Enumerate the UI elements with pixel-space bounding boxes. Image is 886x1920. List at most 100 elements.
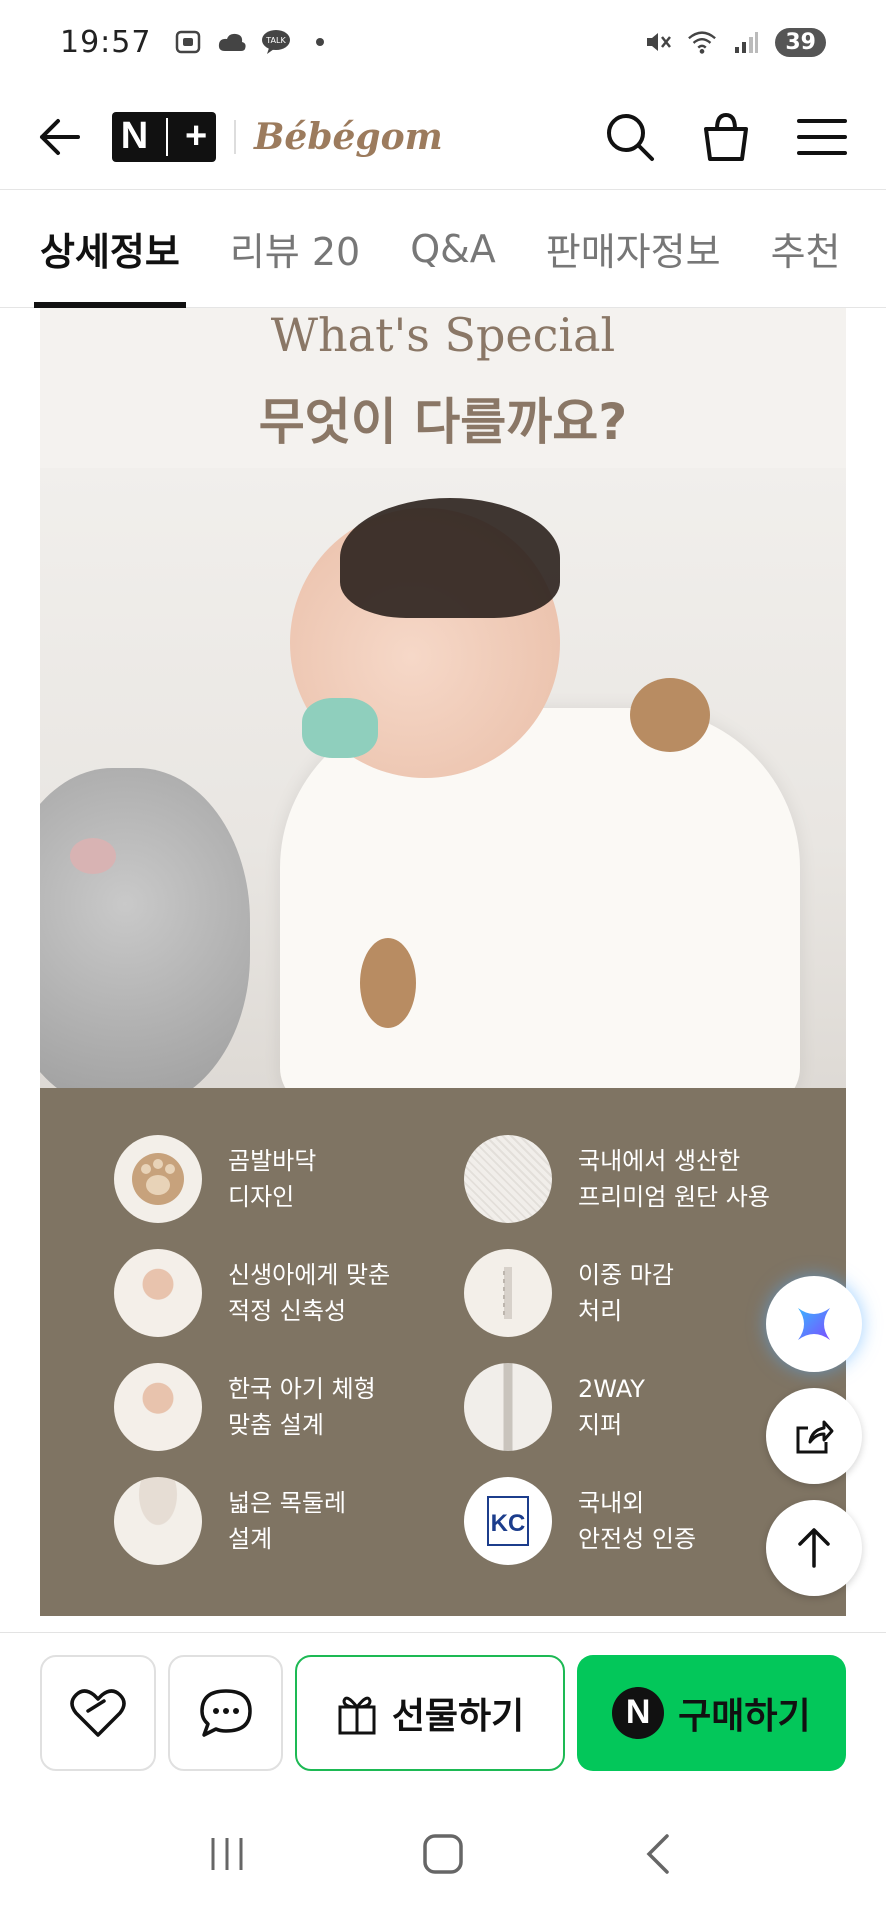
signal-icon [731, 29, 761, 55]
feature-line2: 처리 [578, 1297, 623, 1325]
gift-button[interactable]: 선물하기 [295, 1654, 565, 1771]
logo-letter-n: N [120, 115, 149, 157]
feature-item: 곰발바닥 디자인 [114, 1134, 464, 1224]
features-panel: 곰발바닥 디자인 국내에서 생산한프리미엄 원단 사용 신생아에게 맞춘적정 신축… [40, 1088, 846, 1616]
ai-assistant-button[interactable] [766, 1276, 862, 1372]
feature-line2: 적정 신축성 [228, 1297, 347, 1325]
sleepsack [280, 708, 800, 1108]
logo-plus: + [185, 115, 208, 157]
feature-line1: 한국 아기 체형 [228, 1375, 376, 1403]
cloud-icon [217, 29, 247, 55]
dot-icon [305, 29, 335, 55]
wifi-icon [687, 29, 717, 55]
notification-icons: TALK [173, 29, 335, 55]
feature-line2: 프리미엄 원단 사용 [578, 1183, 770, 1211]
chat-button[interactable] [167, 1654, 284, 1771]
feature-item: 국내에서 생산한프리미엄 원단 사용 [464, 1134, 814, 1224]
battery-indicator: 39 [775, 27, 826, 57]
chevron-left-icon [646, 1834, 669, 1874]
menu-button[interactable] [794, 109, 850, 165]
pacifier [302, 698, 378, 758]
home-button[interactable] [421, 1832, 465, 1880]
baby-sleepsack-photo [40, 468, 846, 1108]
paw-patch-icon [630, 678, 710, 752]
system-navigation-bar [0, 1792, 886, 1920]
feature-item: KC 국내외안전성 인증 [464, 1476, 814, 1566]
home-icon [423, 1834, 463, 1874]
feature-line1: 이중 마감 [578, 1261, 674, 1289]
feature-line1: 국내에서 생산한 [578, 1147, 741, 1175]
feature-line1: 넓은 목둘레 [228, 1489, 347, 1517]
feature-line1: 신생아에게 맞춘 [228, 1261, 391, 1289]
back-button[interactable] [36, 113, 84, 161]
baby-body-icon [114, 1363, 202, 1451]
naver-pay-badge: N [612, 1686, 665, 1739]
feature-line2: 지퍼 [578, 1411, 623, 1439]
arrow-up-icon [798, 1528, 830, 1568]
screenshot-icon [173, 29, 203, 55]
feature-line1: 2WAY [578, 1375, 645, 1403]
share-icon [796, 1420, 834, 1454]
tab-recommend[interactable]: 추천 [771, 190, 841, 308]
feature-item: 이중 마감처리 [464, 1248, 814, 1338]
mute-icon [643, 29, 673, 55]
logo-divider [165, 117, 168, 156]
tab-detail[interactable]: 상세정보 [34, 190, 186, 308]
recent-apps-icon [211, 1838, 243, 1870]
bottom-action-bar: 선물하기 N 구매하기 [0, 1632, 886, 1792]
talk-icon: TALK [261, 29, 291, 55]
feature-item: 한국 아기 체형맞춤 설계 [114, 1362, 464, 1452]
search-icon [607, 113, 654, 161]
baby-photo-icon [114, 1249, 202, 1337]
feature-line2: 설계 [228, 1525, 273, 1553]
chat-bubble-icon [199, 1688, 252, 1737]
scroll-top-button[interactable] [766, 1500, 862, 1596]
tab-reviews[interactable]: 리뷰 20 [230, 190, 360, 308]
naver-plus-logo[interactable]: N + [112, 111, 216, 162]
feature-item: 2WAY 지퍼 [464, 1362, 814, 1452]
share-button[interactable] [766, 1388, 862, 1484]
logo-separator [234, 119, 236, 154]
buy-label: 구매하기 [678, 1695, 811, 1737]
gift-icon [338, 1696, 376, 1734]
gift-label: 선물하기 [391, 1695, 525, 1737]
paw-patch-icon [360, 938, 416, 1028]
buy-button[interactable]: N 구매하기 [576, 1654, 846, 1771]
whats-special-subtitle: 무엇이 다를까요? [258, 393, 628, 451]
plush-bunny [40, 768, 250, 1108]
feature-item: 넓은 목둘레설계 [114, 1476, 464, 1566]
status-bar: 19:57 TALK 39 [0, 0, 886, 84]
wishlist-button[interactable] [40, 1654, 156, 1771]
kc-certification-icon: KC [464, 1477, 552, 1565]
status-time: 19:57 [60, 24, 152, 60]
fabric-icon [464, 1135, 552, 1223]
tab-seller-info[interactable]: 판매자정보 [546, 190, 721, 308]
feature-line1: 곰발바닥 [228, 1147, 317, 1175]
stitching-icon [464, 1249, 552, 1337]
tab-qna[interactable]: Q&A [410, 190, 496, 308]
whats-special-title: What's Special [270, 308, 616, 362]
feature-item: 신생아에게 맞춘적정 신축성 [114, 1248, 464, 1338]
feature-line2: 맞춤 설계 [228, 1411, 324, 1439]
feature-line1: 국내외 [578, 1489, 645, 1517]
cart-button[interactable] [698, 109, 754, 165]
product-tabs: 상세정보 리뷰 20 Q&A 판매자정보 추천 [0, 190, 886, 308]
shopping-bag-icon [704, 112, 748, 161]
system-status-icons: 39 [643, 27, 826, 57]
svg-text:KC: KC [491, 1510, 526, 1537]
baby-hair [340, 498, 560, 618]
app-header: N + Bébégom [0, 84, 886, 190]
svg-text:TALK: TALK [266, 36, 287, 45]
paw-icon [114, 1135, 202, 1223]
system-back-button[interactable] [639, 1832, 679, 1880]
recent-apps-button[interactable] [207, 1834, 247, 1878]
search-button[interactable] [602, 109, 658, 165]
zipper-icon [464, 1363, 552, 1451]
heart-link-icon [70, 1688, 126, 1737]
hamburger-menu-icon [797, 118, 847, 155]
neckline-icon [114, 1477, 202, 1565]
feature-line2: 안전성 인증 [578, 1525, 697, 1553]
brand-name[interactable]: Bébégom [254, 116, 443, 158]
arrow-left-icon [40, 118, 80, 155]
product-detail-content: What's Special 무엇이 다를까요? 곰발바닥 디자인 국내에서 생산… [40, 308, 846, 1616]
